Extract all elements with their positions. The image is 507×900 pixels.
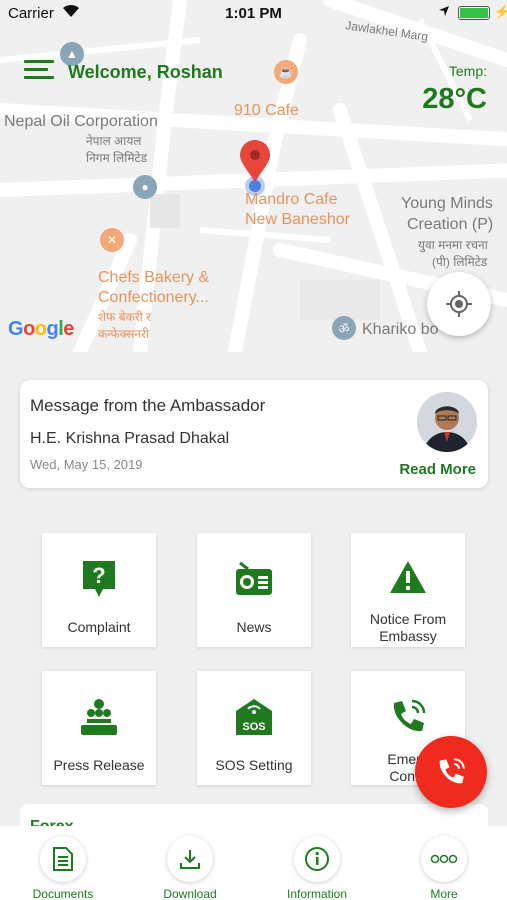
status-time: 1:01 PM: [225, 5, 282, 22]
charging-icon: ⚡: [494, 4, 507, 19]
nav-download-label: Download: [163, 887, 217, 900]
temp-label: Temp:: [448, 63, 487, 79]
sos-setting-tile[interactable]: SOS SOS Setting: [197, 671, 311, 785]
sos-setting-label: SOS Setting: [215, 757, 293, 773]
google-logo: Google: [8, 318, 74, 340]
ambassador-date: Wed, May 15, 2019: [30, 457, 143, 472]
location-arrow-icon: [439, 6, 449, 16]
ambassador-message-card[interactable]: Message from the Ambassador H.E. Krishna…: [20, 380, 488, 488]
nav-more[interactable]: More: [394, 836, 494, 900]
ambassador-avatar: [417, 392, 477, 452]
info-icon: [305, 847, 329, 871]
svg-text:SOS: SOS: [242, 721, 265, 733]
status-bar: Carrier 1:01 PM ⚡: [0, 0, 507, 26]
map-label-910-cafe: 910 Cafe: [234, 102, 299, 119]
news-label: News: [236, 619, 272, 635]
news-radio-icon: [236, 561, 272, 595]
notice-tile[interactable]: Notice From Embassy: [351, 533, 465, 647]
complaint-icon: ?: [83, 561, 115, 597]
my-location-button[interactable]: [427, 272, 491, 336]
emergency-call-button[interactable]: [415, 736, 487, 808]
nav-more-label: More: [430, 887, 458, 900]
press-release-icon: [81, 699, 117, 735]
press-release-tile[interactable]: Press Release: [42, 671, 156, 785]
phone-icon: [393, 699, 426, 732]
map-label-young-1: Young Minds: [401, 195, 493, 212]
complaint-label: Complaint: [67, 619, 131, 635]
temp-value: 28°C: [422, 83, 487, 115]
welcome-text: Welcome, Roshan: [68, 62, 223, 82]
map-label-chefs-2: Confectionery...: [98, 289, 209, 306]
map-label-nepal-oil: Nepal Oil Corporation: [4, 113, 158, 130]
news-tile[interactable]: News: [197, 533, 311, 647]
download-icon: [180, 850, 200, 869]
nav-documents[interactable]: Documents: [13, 836, 113, 900]
map-label-mandro-2: New Baneshor: [245, 211, 350, 228]
map-label-chefs-np1: शेफ बेकरी र: [98, 310, 152, 324]
crosshair-icon: [446, 291, 472, 317]
map-label-young-2: Creation (P): [407, 216, 494, 233]
nav-download[interactable]: Download: [140, 836, 240, 900]
map-label-chefs-1: Chefs Bakery &: [98, 269, 210, 286]
nav-documents-label: Documents: [32, 887, 94, 900]
sos-icon: SOS: [236, 699, 272, 735]
ambassador-name: H.E. Krishna Prasad Dhakal: [30, 430, 230, 447]
cafe-poi-icon[interactable]: ☕: [274, 60, 298, 84]
notice-label-line1: Notice From: [369, 611, 447, 627]
nav-information[interactable]: Information: [267, 836, 367, 900]
phone-call-icon: [439, 758, 465, 784]
warning-icon: [390, 561, 426, 593]
battery-icon: [458, 6, 490, 20]
map-label-nepal-oil-np1: नेपाल आयल: [86, 134, 142, 148]
document-icon: [53, 847, 73, 871]
menu-icon[interactable]: [24, 60, 54, 82]
more-icon: [430, 854, 458, 864]
notice-label-line2: Embassy: [379, 628, 437, 644]
ambassador-card-title: Message from the Ambassador: [30, 396, 266, 415]
map-label-mandro-1: Mandro Cafe: [245, 191, 338, 208]
press-release-label: Press Release: [53, 757, 145, 773]
map-label-khariko: Khariko bo: [362, 321, 439, 338]
place-poi-icon[interactable]: ●: [133, 175, 157, 199]
restaurant-poi-icon[interactable]: ✕: [100, 228, 124, 252]
nav-information-label: Information: [286, 887, 348, 900]
map-label-chefs-np2: कन्फेक्सनरी: [98, 327, 149, 341]
svg-text:?: ?: [92, 563, 105, 588]
complaint-tile[interactable]: ? Complaint: [42, 533, 156, 647]
map-label-nepal-oil-np2: निगम लिमिटेड: [86, 151, 148, 165]
map-label-young-np2: (पी) लिमिटेड: [432, 255, 488, 269]
bottom-nav: Documents Download Information More: [0, 826, 507, 900]
map-label-young-np1: युवा मनमा रचना: [418, 238, 488, 252]
read-more-link[interactable]: Read More: [399, 461, 476, 478]
temple-poi-icon[interactable]: ॐ: [332, 316, 356, 340]
